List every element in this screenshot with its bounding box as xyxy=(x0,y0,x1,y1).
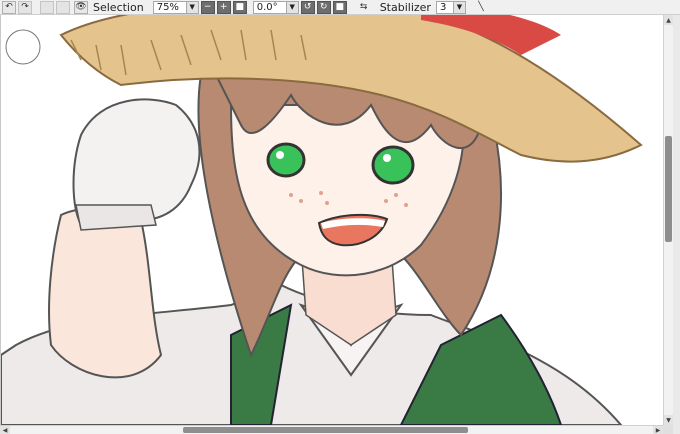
stabilizer-label: Stabilizer xyxy=(379,0,431,14)
rotation-select[interactable]: 0.0° ▼ xyxy=(252,0,299,14)
horizontal-scroll-thumb[interactable] xyxy=(183,427,468,433)
zoom-select[interactable]: 75% ▼ xyxy=(152,0,199,14)
scroll-right-icon[interactable]: ▶ xyxy=(653,426,663,434)
blank-button-2[interactable] xyxy=(56,0,70,14)
rotation-value: 0.0° xyxy=(256,1,278,13)
scrollbar-corner xyxy=(663,425,673,434)
glove-cuff xyxy=(75,204,157,231)
reset-rotation-icon[interactable]: ■ xyxy=(332,0,347,14)
drawing-canvas[interactable] xyxy=(0,15,663,425)
zoom-out-icon[interactable]: − xyxy=(200,0,215,14)
vertical-scrollbar[interactable]: ▲ ▼ xyxy=(663,15,673,425)
vertical-scroll-thumb[interactable] xyxy=(665,136,672,242)
left-eye xyxy=(266,142,306,178)
stabilizer-value: 3 xyxy=(439,1,447,13)
fit-icon[interactable]: ■ xyxy=(232,0,247,14)
scroll-up-icon[interactable]: ▲ xyxy=(664,15,673,25)
dropdown-icon[interactable]: ▼ xyxy=(285,1,298,13)
eye-icon[interactable]: 👁 xyxy=(74,0,88,14)
dropdown-icon[interactable]: ▼ xyxy=(452,1,465,13)
horizontal-scrollbar[interactable]: ◀ ▶ xyxy=(0,425,663,434)
pen-line-icon[interactable]: ╲ xyxy=(474,1,488,14)
redo-icon[interactable]: ↷ xyxy=(18,0,32,14)
rotate-ccw-icon[interactable]: ↺ xyxy=(300,0,315,14)
stabilizer-select[interactable]: 3 ▼ xyxy=(435,0,466,14)
rotate-cw-icon[interactable]: ↻ xyxy=(316,0,331,14)
right-eye-highlight xyxy=(383,154,391,162)
scroll-down-icon[interactable]: ▼ xyxy=(664,415,673,425)
flip-icon[interactable]: ⇆ xyxy=(357,1,371,14)
left-eye-highlight xyxy=(276,151,284,159)
right-eye xyxy=(371,145,415,185)
artwork xyxy=(1,15,643,425)
arm xyxy=(48,207,163,379)
zoom-in-icon[interactable]: + xyxy=(216,0,231,14)
right-panel-edge xyxy=(673,15,680,434)
selection-label: Selection xyxy=(93,0,144,14)
dropdown-icon[interactable]: ▼ xyxy=(185,1,198,13)
zoom-value: 75% xyxy=(156,1,179,13)
brush-cursor-icon xyxy=(5,29,41,65)
canvas-toolbar: ↶ ↷ 👁 Selection 75% ▼ − + ■ 0.0° ▼ ↺ ↻ ■… xyxy=(0,0,680,15)
undo-icon[interactable]: ↶ xyxy=(2,0,16,14)
blank-button-1[interactable] xyxy=(40,0,54,14)
scroll-left-icon[interactable]: ◀ xyxy=(0,426,10,434)
